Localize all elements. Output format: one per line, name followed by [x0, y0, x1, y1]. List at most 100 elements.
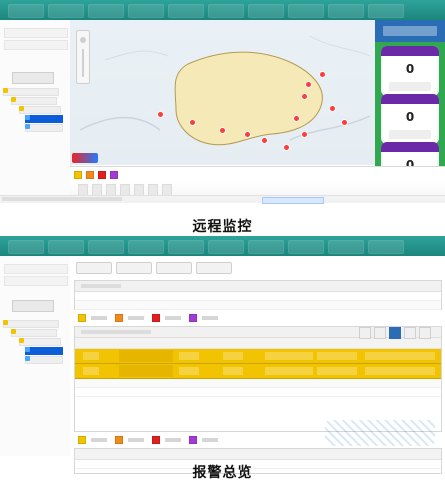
alarm-table-summary: [81, 330, 151, 334]
device-marker[interactable]: [245, 132, 250, 137]
folder-icon: [19, 106, 24, 111]
watermark: [325, 420, 435, 446]
device-marker[interactable]: [302, 94, 307, 99]
action-button-1[interactable]: [76, 262, 112, 274]
conductivity-card-label: [381, 142, 439, 152]
action-button-4[interactable]: [196, 262, 232, 274]
page-prev[interactable]: [374, 327, 386, 339]
legend-swatch-violet: [189, 314, 197, 322]
top-nav-tab-4[interactable]: [128, 240, 164, 254]
page-1[interactable]: [389, 327, 401, 339]
caption-bottom: 报警总览: [192, 465, 253, 481]
date-end-field[interactable]: [4, 276, 68, 286]
device-icon: [25, 115, 30, 120]
device-marker[interactable]: [302, 132, 307, 137]
legend-label: [202, 438, 218, 442]
device-marker[interactable]: [330, 106, 335, 111]
top-nav-bar-2: [0, 236, 445, 257]
screenshot-top: 0 0 0: [0, 0, 445, 204]
legend-label: [128, 316, 144, 320]
legend-swatch-yellow: [78, 436, 86, 444]
status-legend: [74, 171, 118, 179]
tree-node[interactable]: [19, 106, 61, 114]
ph-card: 0: [381, 46, 439, 96]
query-button[interactable]: [12, 72, 54, 84]
alarm-table-footer-row: [75, 388, 441, 397]
row-highlight: [119, 350, 173, 362]
device-marker[interactable]: [320, 72, 325, 77]
page-last[interactable]: [419, 327, 431, 339]
alarm-row-2[interactable]: [75, 364, 441, 379]
top-nav-tab-8[interactable]: [288, 4, 324, 18]
legend-swatch-red: [152, 436, 160, 444]
alarm-table-footer-row: [75, 379, 441, 388]
device-marker[interactable]: [220, 128, 225, 133]
device-marker[interactable]: [342, 120, 347, 125]
tree-node-selected[interactable]: [25, 347, 63, 355]
row-cell: [365, 367, 435, 375]
top-nav-tab-3[interactable]: [88, 4, 124, 18]
top-nav-tab-7[interactable]: [248, 4, 284, 18]
device-marker[interactable]: [306, 82, 311, 87]
tree-node[interactable]: [11, 329, 57, 337]
top-nav-tab-5[interactable]: [168, 240, 204, 254]
device-marker[interactable]: [294, 116, 299, 121]
tree-node[interactable]: [25, 124, 63, 132]
alarm-row-1[interactable]: [75, 349, 441, 364]
device-tree: [3, 88, 67, 132]
legend-swatch-orange: [86, 171, 94, 179]
left-filter-panel: [0, 20, 71, 203]
tree-node[interactable]: [3, 320, 59, 328]
date-start-field[interactable]: [4, 264, 68, 274]
query-conditions-panel: [74, 280, 442, 310]
device-marker[interactable]: [284, 145, 289, 150]
status-pill: [262, 197, 324, 204]
tree-node[interactable]: [11, 97, 57, 105]
map-logo: [72, 153, 98, 163]
status-text: [2, 197, 122, 201]
device-marker[interactable]: [190, 120, 195, 125]
top-nav-tab-6[interactable]: [208, 4, 244, 18]
action-button-2[interactable]: [116, 262, 152, 274]
top-nav-tab-7[interactable]: [248, 240, 284, 254]
top-nav-tab-4[interactable]: [128, 4, 164, 18]
tree-node[interactable]: [3, 88, 59, 96]
tree-node[interactable]: [25, 356, 63, 364]
device-marker[interactable]: [158, 112, 163, 117]
tree-node-selected[interactable]: [25, 115, 63, 123]
tree-node[interactable]: [19, 338, 61, 346]
top-nav-tab-10[interactable]: [368, 240, 404, 254]
row-cell: [83, 352, 99, 360]
top-nav-tab-8[interactable]: [288, 240, 324, 254]
page-first[interactable]: [359, 327, 371, 339]
caption-top: 远程监控: [192, 219, 253, 235]
alarm-table-toolbar: [75, 327, 441, 339]
top-nav-tab-9[interactable]: [328, 4, 364, 18]
top-nav-tab-3[interactable]: [88, 240, 124, 254]
top-nav-tab-1[interactable]: [8, 240, 44, 254]
map-view[interactable]: [70, 20, 376, 165]
date-end-field[interactable]: [4, 40, 68, 50]
device-marker[interactable]: [262, 138, 267, 143]
top-nav-tab-5[interactable]: [168, 4, 204, 18]
top-nav-tab-6[interactable]: [208, 240, 244, 254]
legend-swatch-violet: [189, 436, 197, 444]
row-cell: [265, 367, 313, 375]
legend-label: [202, 316, 218, 320]
row-cell: [223, 352, 243, 360]
date-start-field[interactable]: [4, 28, 68, 38]
top-nav-tab-9[interactable]: [328, 240, 364, 254]
top-nav-tab-2[interactable]: [48, 240, 84, 254]
legend-label: [128, 438, 144, 442]
page-next[interactable]: [404, 327, 416, 339]
temperature-unit: [389, 130, 431, 139]
query-conditions-header: [75, 281, 441, 292]
top-nav-tab-10[interactable]: [368, 4, 404, 18]
top-nav-tab-2[interactable]: [48, 4, 84, 18]
action-button-3[interactable]: [156, 262, 192, 274]
legend-swatch-violet: [110, 171, 118, 179]
top-nav-tab-1[interactable]: [8, 4, 44, 18]
query-button[interactable]: [12, 300, 54, 312]
legend-swatch-yellow: [74, 171, 82, 179]
alarm-level-legend: [78, 314, 221, 322]
